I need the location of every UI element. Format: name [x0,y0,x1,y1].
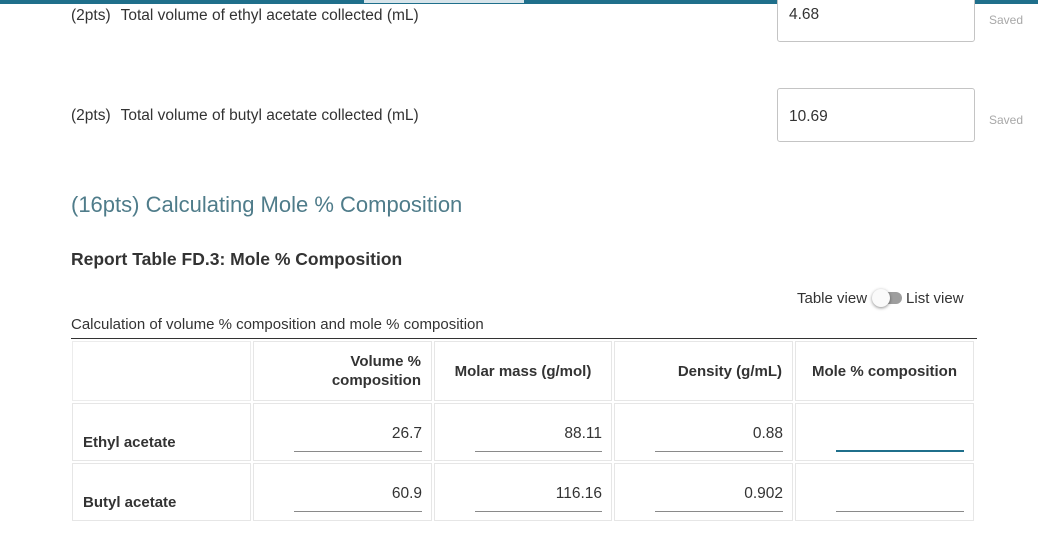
density-input[interactable] [655,425,783,443]
question-points: (2pts) [71,107,111,124]
question-text: Total volume of butyl acetate collected … [120,107,419,124]
table-header-row: Volume % composition Molar mass (g/mol) … [71,340,977,402]
molar-mass-field[interactable] [475,404,602,452]
volume-pct-input[interactable] [294,425,422,443]
row-label: Butyl acetate [83,494,177,511]
volume-pct-cell [253,463,432,521]
header-mole-pct: Mole % composition [811,362,957,380]
header-cell-empty [72,341,251,401]
table-row: Ethyl acetate [71,402,977,462]
header-cell-density: Density (g/mL) [614,341,793,401]
density-input[interactable] [655,485,783,503]
header-molar-mass: Molar mass (g/mol) [454,362,592,380]
header-cell-molar-mass: Molar mass (g/mol) [434,341,612,401]
density-field[interactable] [655,404,783,452]
mole-pct-field-active[interactable] [836,404,964,452]
view-toggle-switch[interactable] [872,289,903,307]
saved-status: Saved [989,13,1024,27]
volume-pct-cell [253,403,432,461]
butyl-volume-answer-box[interactable] [777,88,975,142]
molar-mass-input[interactable] [475,485,602,503]
header-volume-pct: Volume % composition [331,353,421,389]
molar-mass-field[interactable] [475,464,602,512]
density-field[interactable] [655,464,783,512]
mole-pct-input[interactable] [836,424,964,442]
mole-pct-cell [795,403,974,461]
row-label: Ethyl acetate [83,434,176,451]
mole-pct-field[interactable] [836,464,964,512]
table-view-label[interactable]: Table view [797,290,867,307]
header-cell-mole-pct: Mole % composition [795,341,974,401]
table-caption: Calculation of volume % composition and … [71,316,484,333]
ethyl-volume-input[interactable] [789,6,969,24]
toggle-knob [872,289,891,307]
section-title: (16pts) Calculating Mole % Composition [71,192,463,217]
question-points: (2pts) [71,7,111,24]
report-table-title: Report Table FD.3: Mole % Composition [71,249,403,269]
molar-mass-cell [434,463,612,521]
row-label-cell: Butyl acetate [72,463,251,521]
view-toggle: Table view List view [797,289,964,307]
butyl-volume-input[interactable] [789,108,969,126]
volume-pct-field[interactable] [294,464,422,512]
mole-pct-cell [795,463,974,521]
ethyl-volume-answer-box[interactable] [777,0,975,42]
row-label-cell: Ethyl acetate [72,403,251,461]
volume-pct-input[interactable] [294,485,422,503]
molar-mass-input[interactable] [475,425,602,443]
question-ethyl-volume-label: (2pts) Total volume of ethyl acetate coll… [71,7,419,25]
header-density: Density (g/mL) [677,362,782,380]
volume-pct-field[interactable] [294,404,422,452]
list-view-label[interactable]: List view [906,290,964,307]
mole-pct-input[interactable] [836,485,964,503]
mole-composition-table: Volume % composition Molar mass (g/mol) … [71,340,977,522]
density-cell [614,463,793,521]
question-text: Total volume of ethyl acetate collected … [120,7,419,24]
caption-divider [71,338,977,339]
density-cell [614,403,793,461]
top-tab-indicator [364,0,524,3]
saved-status: Saved [989,113,1024,127]
question-butyl-volume-label: (2pts) Total volume of butyl acetate coll… [71,107,419,125]
molar-mass-cell [434,403,612,461]
header-cell-volume-pct: Volume % composition [253,341,432,401]
table-row: Butyl acetate [71,462,977,522]
